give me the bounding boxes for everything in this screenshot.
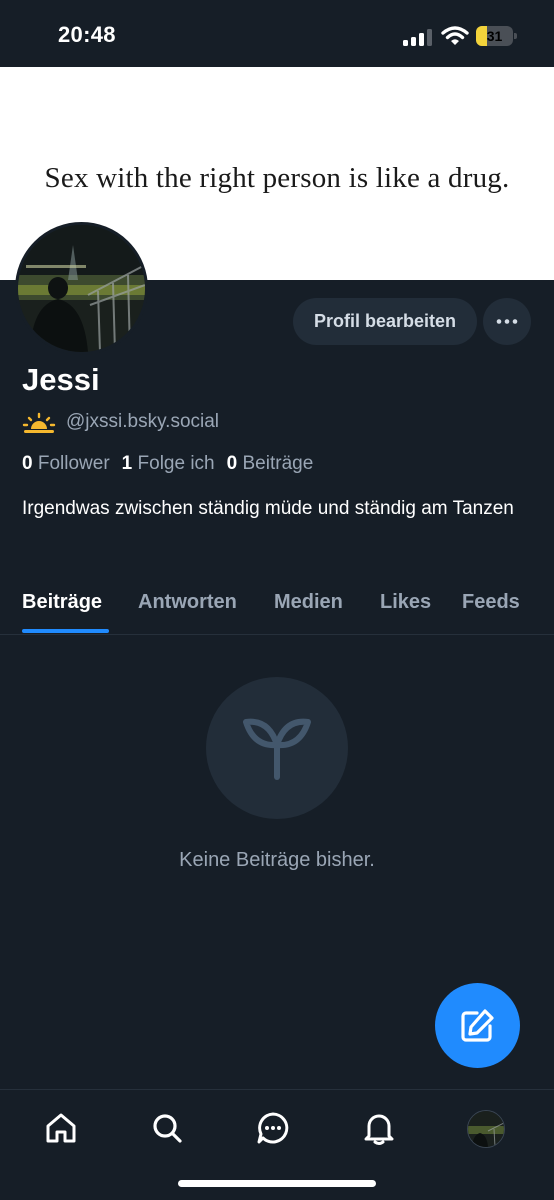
search-icon[interactable]	[149, 1110, 185, 1146]
ellipsis-icon	[496, 319, 518, 324]
posts-stat: 0 Beiträge	[226, 453, 314, 474]
compose-icon	[461, 1009, 494, 1042]
tab-likes[interactable]: Likes	[380, 591, 431, 614]
status-bar: 20:48 31	[0, 0, 554, 67]
profile-bio: Irgendwas zwischen ständig müde und stän…	[22, 498, 514, 519]
more-options-button[interactable]	[483, 298, 531, 345]
empty-state-circle	[206, 677, 348, 819]
display-name: Jessi	[22, 362, 100, 397]
profile-avatar-nav[interactable]	[467, 1110, 505, 1148]
battery-level: 31	[486, 28, 503, 44]
following-stat[interactable]: 1 Folge ich	[122, 453, 215, 474]
signal-icon	[403, 29, 432, 46]
handle: @jxssi.bsky.social	[66, 411, 220, 432]
sunrise-icon	[22, 412, 56, 433]
chat-icon[interactable]	[255, 1110, 291, 1146]
bell-icon[interactable]	[361, 1110, 397, 1146]
home-icon[interactable]	[43, 1110, 79, 1146]
home-indicator	[178, 1180, 376, 1187]
banner-text: Sex with the right person is like a drug…	[44, 162, 510, 194]
battery-icon: 31	[476, 26, 518, 46]
tab-media[interactable]: Medien	[274, 591, 343, 614]
tab-posts[interactable]: Beiträge	[22, 591, 102, 614]
tab-replies[interactable]: Antworten	[138, 591, 237, 614]
edit-profile-button[interactable]: Profil bearbeiten	[293, 298, 477, 345]
profile-stats: 0 Follower 1 Folge ich 0 Beiträge	[22, 453, 313, 475]
profile-avatar[interactable]	[15, 222, 148, 355]
followers-stat[interactable]: 0 Follower	[22, 453, 110, 474]
active-tab-indicator	[22, 629, 109, 633]
tab-feeds[interactable]: Feeds	[462, 591, 520, 614]
compose-button[interactable]	[435, 983, 520, 1068]
empty-state-text: Keine Beiträge bisher.	[179, 849, 375, 871]
profile-tabs: Beiträge Antworten Medien Likes Feeds	[0, 585, 554, 635]
wifi-icon	[441, 26, 469, 45]
sprout-icon	[243, 718, 311, 780]
status-time: 20:48	[58, 22, 116, 47]
